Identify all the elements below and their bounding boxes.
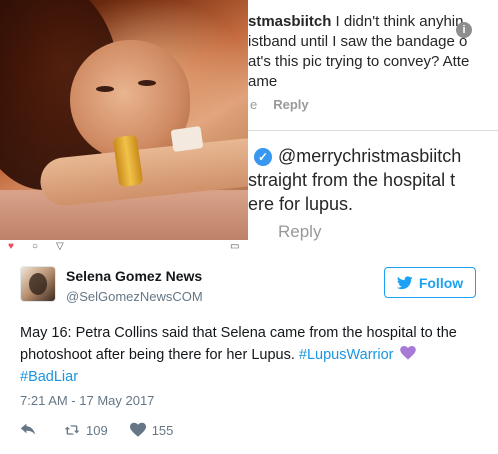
retweet-icon	[64, 425, 80, 435]
instagram-comments-screenshot: stmasbiitch I didn't think anyhin istban…	[248, 0, 498, 250]
purple-heart-emoji	[399, 346, 416, 360]
tweet-actions: 109 155	[20, 421, 195, 439]
tweet-text: May 16: Petra Collins said that Selena c…	[20, 325, 457, 385]
like-button[interactable]: 155	[129, 422, 174, 438]
reply-button[interactable]	[20, 422, 42, 438]
share-icon: ▽	[56, 241, 64, 251]
retweet-button[interactable]: 109	[64, 422, 108, 438]
bandage	[170, 126, 204, 152]
heart-icon: ♥	[8, 241, 14, 251]
comment-2-reply: Reply	[278, 222, 322, 241]
photo-icons-row: ♥ ○ ▽ ▭	[0, 240, 248, 251]
account-handle[interactable]: @SelGomezNewsCOM	[66, 289, 203, 304]
comment-1-username: stmasbiitch	[248, 13, 332, 30]
verified-badge-icon: ✓	[254, 148, 272, 166]
like-count: 155	[151, 422, 174, 438]
comment-2-mention: @merrychristmasbiitch	[278, 146, 462, 166]
like-icon	[129, 422, 146, 437]
follow-label: Follow	[418, 274, 464, 291]
avatar[interactable]	[20, 266, 56, 302]
follow-button[interactable]: Follow	[384, 267, 476, 298]
retweet-count: 109	[86, 422, 108, 438]
tweet: Selena Gomez News @SelGomezNewsCOM Follo…	[0, 254, 498, 454]
divider	[248, 130, 498, 131]
comment-1-meta: e Reply	[250, 97, 309, 112]
photo-woman-hospital-band	[0, 0, 248, 240]
twitter-bird-icon	[396, 275, 413, 289]
account-name[interactable]: Selena Gomez News	[66, 268, 202, 284]
bookmark-icon: ▭	[230, 241, 240, 251]
hashtag-badliar[interactable]: #BadLiar	[20, 369, 78, 385]
comment-icon: ○	[32, 241, 39, 251]
tweet-media[interactable]: ♥ ○ ▽ ▭ stmasbiitch I didn't think anyhi…	[0, 0, 498, 250]
reply-icon	[20, 423, 36, 435]
info-icon: i	[456, 22, 472, 38]
comment-1-reply: Reply	[273, 97, 309, 112]
tweet-timestamp[interactable]: 7:21 AM - 17 May 2017	[20, 393, 154, 408]
hashtag-lupuswarrior[interactable]: #LupusWarrior	[299, 347, 394, 363]
comment-2: ✓ @merrychristmasbiitch straight from the…	[248, 146, 462, 214]
